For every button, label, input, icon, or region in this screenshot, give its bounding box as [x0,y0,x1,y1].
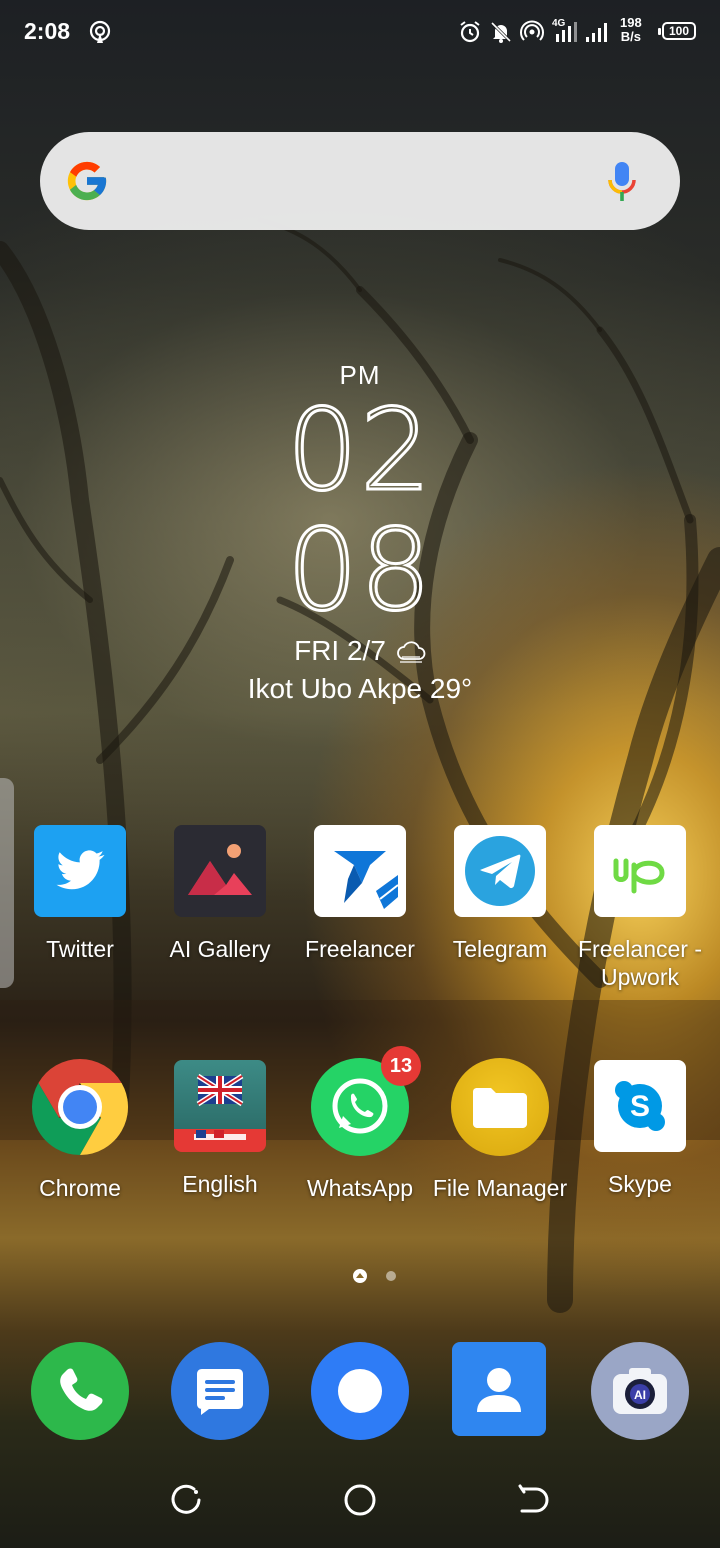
svg-text:4G: 4G [552,18,566,29]
clock-hour: 02 [285,386,434,516]
phone-icon [31,1342,129,1440]
app-label: Skype [608,1171,672,1197]
app-chrome[interactable]: Chrome [10,1058,150,1202]
signal-4g-icon: 4G [552,18,577,42]
app-twitter[interactable]: Twitter [10,825,150,963]
svg-text:S: S [630,1090,650,1123]
signal-icon [586,23,607,42]
camera-icon: AI [591,1342,689,1440]
home-button[interactable] [340,1480,380,1520]
chrome-icon [31,1058,129,1156]
battery-level: 100 [668,24,690,38]
app-label: Twitter [46,936,114,962]
app-file-manager[interactable]: File Manager [430,1058,570,1202]
net-speed-value: 198 [620,15,642,30]
clock-minute: 08 [285,506,434,636]
app-label: Telegram [452,936,548,962]
wireless-icon [520,20,544,41]
skype-icon: S [594,1060,686,1152]
page-indicator[interactable] [350,1266,410,1286]
back-button[interactable] [514,1480,554,1520]
twitter-icon [34,825,126,917]
status-time: 2:08 [24,18,71,44]
clock-weather-widget[interactable]: PM 02 08 FRI 2/7 Ikot Ubo Akpe 29° [0,360,720,705]
dock-browser[interactable] [311,1342,409,1440]
english-dictionary-icon [174,1060,266,1152]
weather-location-temp: Ikot Ubo Akpe 29° [247,673,473,704]
app-label: Freelancer [305,936,415,962]
app-label: Freelancer - Upwork [578,936,702,990]
status-bar: 2:08 4G 198 B/s 100 [0,0,720,64]
hotspot-icon [89,20,111,43]
app-freelancer-upwork[interactable]: Freelancer - Upwork [570,825,710,991]
date-line: FRI 2/7 [0,635,720,667]
mute-notifications-icon [490,21,512,43]
app-label: AI Gallery [169,936,271,962]
app-freelancer[interactable]: Freelancer [290,825,430,963]
dock-phone[interactable] [31,1342,129,1440]
voice-search-mic-icon[interactable] [604,158,640,206]
network-speed: 198 B/s [620,16,642,44]
svg-text:AI: AI [634,1388,646,1402]
ai-gallery-icon [174,825,266,917]
whatsapp-icon: 13 [311,1046,421,1156]
cloudy-weather-icon [397,641,426,663]
recent-apps-button[interactable] [166,1480,206,1520]
app-label: File Manager [432,1175,568,1201]
upwork-icon [594,825,686,917]
wallpaper [0,218,720,1313]
battery-icon: 100 [658,22,696,40]
google-search-bar[interactable] [40,132,680,230]
file-manager-icon [451,1058,549,1156]
messages-icon [171,1342,269,1440]
app-ai-gallery[interactable]: AI Gallery [150,825,290,963]
telegram-icon [454,825,546,917]
app-english[interactable]: English [150,1060,290,1198]
alarm-icon [460,21,480,43]
dock-contacts[interactable] [452,1342,550,1440]
app-whatsapp[interactable]: 13 WhatsApp [290,1046,430,1202]
app-label: English [182,1171,258,1197]
net-speed-unit: B/s [620,29,641,44]
freelancer-icon [314,825,406,917]
browser-icon [311,1342,409,1440]
app-label: Chrome [39,1175,121,1201]
app-telegram[interactable]: Telegram [430,825,570,963]
dock-messages[interactable] [171,1342,269,1440]
google-logo-icon [67,161,107,201]
clock-date: FRI 2/7 [294,635,386,666]
contacts-icon [452,1342,546,1436]
app-label: WhatsApp [306,1175,414,1201]
notification-badge: 13 [381,1046,421,1086]
dock-camera[interactable]: AI [591,1342,689,1440]
app-skype[interactable]: S Skype [570,1060,710,1198]
